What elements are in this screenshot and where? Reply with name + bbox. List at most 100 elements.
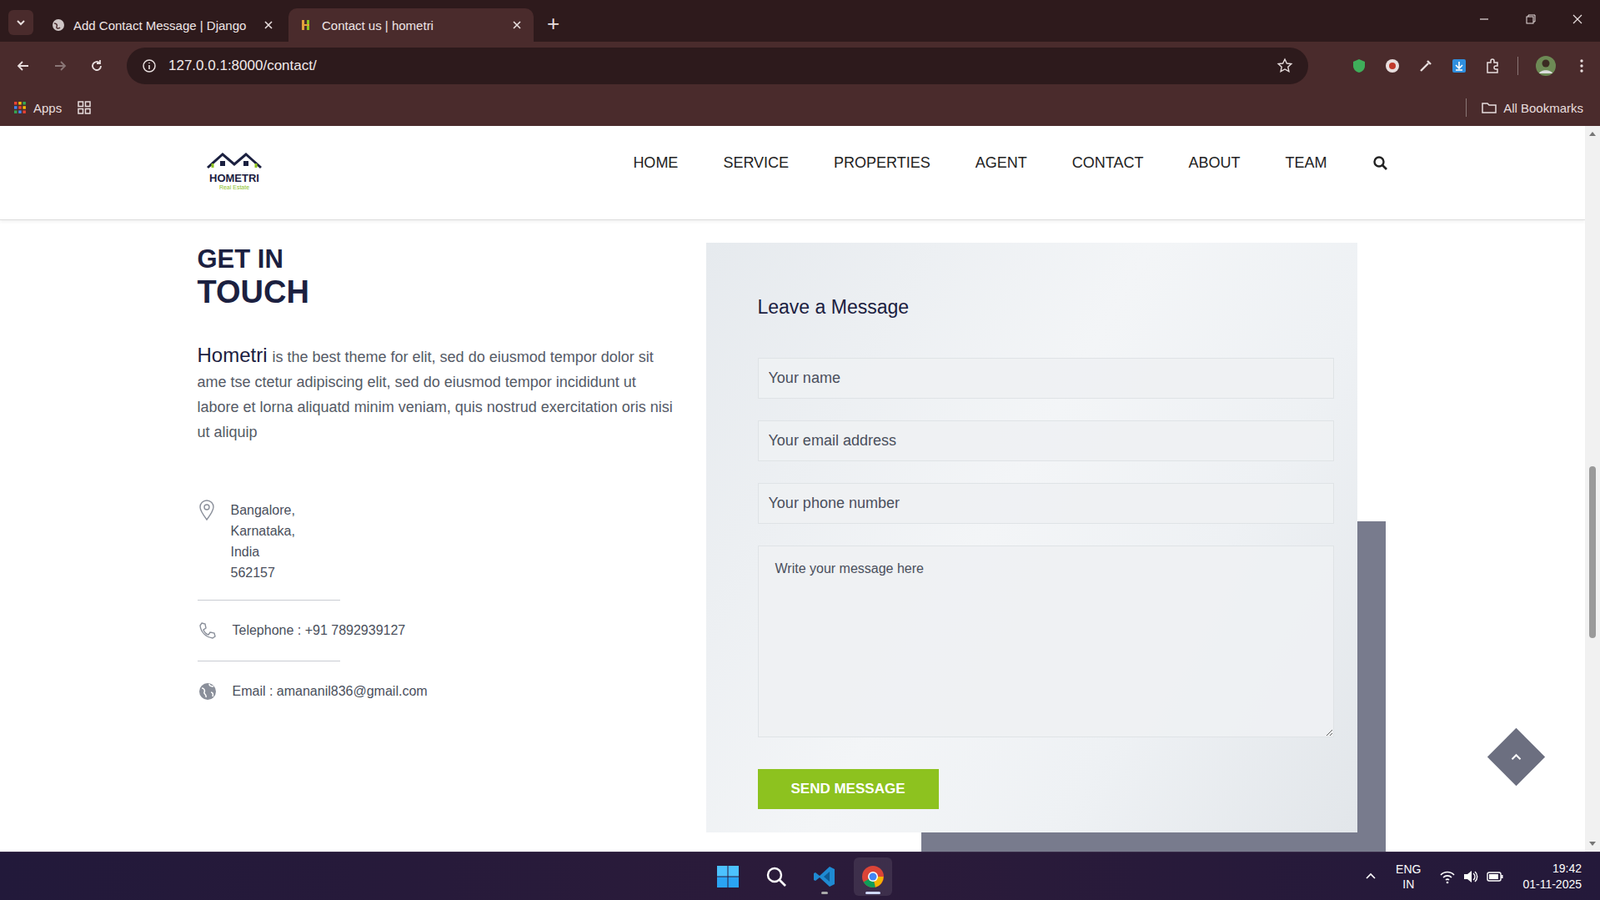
windows-logo-icon [716,864,740,888]
bookmark-label: Apps [33,100,62,116]
language-text: IN [1402,876,1415,892]
color-picker-icon[interactable] [1417,57,1435,75]
taskbar: ENGIN 19:4201-11-2025 [0,851,1600,900]
restore-icon[interactable] [1511,6,1550,32]
battery-icon [1485,868,1505,884]
intro-text: Hometriis the best theme for elit, sed d… [197,342,678,445]
browser-tab[interactable]: Add Contact Message | Django [40,8,286,42]
devtools-extension-icon[interactable] [1384,57,1401,75]
volume-icon [1462,868,1480,884]
telephone-text: Telephone : +91 7892939127 [232,622,407,638]
address-line: Bangalore, [230,499,296,521]
nav-item[interactable]: AGENT [975,151,1028,174]
scroll-up-icon[interactable] [1588,130,1597,137]
browser-tab[interactable]: Contact us | hometri [288,8,534,42]
apps-grid-icon [13,100,27,115]
tab-title: Add Contact Message | Django [73,18,256,33]
nav-item[interactable]: TEAM [1284,151,1327,174]
telephone-item: Telephone : +91 7892939127 [197,600,678,661]
profile-avatar-icon[interactable] [1534,55,1557,77]
reload-icon[interactable] [88,57,106,75]
menu-dots-icon[interactable] [1573,57,1590,75]
shield-extension-icon[interactable] [1350,57,1368,75]
start-button[interactable] [708,857,748,896]
address-bar[interactable]: 127.0.0.1:8000/contact/ [126,47,1309,85]
tab-search-button[interactable] [8,10,34,36]
contact-info: GET INTOUCH Hometriis the best theme for … [197,242,678,833]
separator [1465,98,1467,117]
nav-item[interactable]: CONTACT [1072,151,1144,174]
main-nav: HOME SERVICE PROPERTIES AGENT CONTACT ABOUT TE… [632,151,1388,174]
tab-title: Contact us | hometri [321,18,504,33]
clock[interactable]: 19:4201-11-2025 [1522,860,1582,893]
extensions [1321,55,1590,77]
all-bookmarks-button[interactable]: All Bookmarks [1481,100,1584,116]
logo[interactable]: HOMETRIReal Estate [204,150,266,191]
tab-strip: Add Contact Message | Django Contact us |… [0,0,1600,42]
globe-icon [51,18,66,32]
divider [197,660,341,662]
logo-tagline: Real Estate [219,184,250,191]
toolbar: 127.0.0.1:8000/contact/ [0,41,1600,90]
vscode-app[interactable] [805,857,844,896]
text-input[interactable] [757,482,1335,524]
back-to-top-button[interactable] [1487,727,1545,786]
search-icon [765,865,788,888]
forward-arrow-icon[interactable] [51,57,69,75]
tray-icons[interactable] [1439,868,1505,884]
message-textarea[interactable] [757,545,1335,738]
address-item: Bangalore,Karnataka,India562157 [197,499,678,600]
heading: GET INTOUCH [197,244,678,310]
system-tray: ENGIN 19:4201-11-2025 [892,860,1600,893]
back-arrow-icon[interactable] [15,57,32,75]
phone-icon [197,620,218,641]
scrollbar[interactable] [1584,125,1600,852]
address-line: India [230,541,296,562]
search-icon[interactable] [1372,155,1389,171]
all-bookmarks-label: All Bookmarks [1503,100,1584,116]
divider [197,599,341,601]
language-indicator[interactable]: ENGIN [1395,861,1421,892]
nav-item[interactable]: SERVICE [722,151,789,174]
close-window-icon[interactable] [1558,6,1597,32]
page-area: HOMETRIReal Estate HOME SERVICE PROPERTIES A… [0,125,1600,852]
brand-name: Hometri [197,343,268,367]
nav-item[interactable]: PROPERTIES [833,151,931,174]
minimize-icon[interactable] [1464,6,1504,32]
scrollbar-thumb[interactable] [1589,466,1596,638]
email-item: Email : amananil836@gmail.com [197,661,678,722]
star-icon[interactable] [1276,57,1294,75]
heading-line: TOUCH [197,274,678,310]
address-line: Karnataka, [230,520,296,542]
form-title: Leave a Message [757,294,1335,320]
close-icon[interactable] [511,20,522,31]
screen: Add Contact Message | Django Contact us |… [0,0,1600,900]
text-input[interactable] [757,420,1335,462]
search-button[interactable] [757,857,796,896]
chevron-up-icon[interactable] [1364,869,1378,883]
globe-icon [197,681,218,702]
info-icon[interactable] [141,58,157,74]
location-pin-icon [197,499,216,522]
close-icon[interactable] [263,20,274,31]
webpage: HOMETRIReal Estate HOME SERVICE PROPERTIES A… [0,125,1585,852]
nav-item[interactable]: ABOUT [1188,151,1240,174]
bookmark[interactable]: Apps [13,100,62,116]
language-text: ENG [1395,861,1421,877]
bookmarks-bar: Apps All Bookmarks [0,89,1600,126]
text-input[interactable] [757,357,1335,399]
download-icon[interactable] [1450,57,1468,75]
contact-section: GET INTOUCH Hometriis the best theme for … [197,220,1389,833]
scroll-down-icon[interactable] [1588,840,1597,848]
tab-groups-icon[interactable] [76,100,92,116]
vscode-icon [812,864,837,888]
address-line: 562157 [230,561,296,583]
chrome-app[interactable] [853,857,893,896]
nav-item[interactable]: HOME [632,151,678,174]
send-message-button[interactable]: SEND MESSAGE [757,768,939,809]
new-tab-button[interactable]: + [536,10,570,42]
chevron-down-icon [15,16,27,29]
puzzle-icon[interactable] [1484,57,1501,75]
houses-logo-icon [204,150,266,171]
heading-line: GET IN [197,244,678,275]
